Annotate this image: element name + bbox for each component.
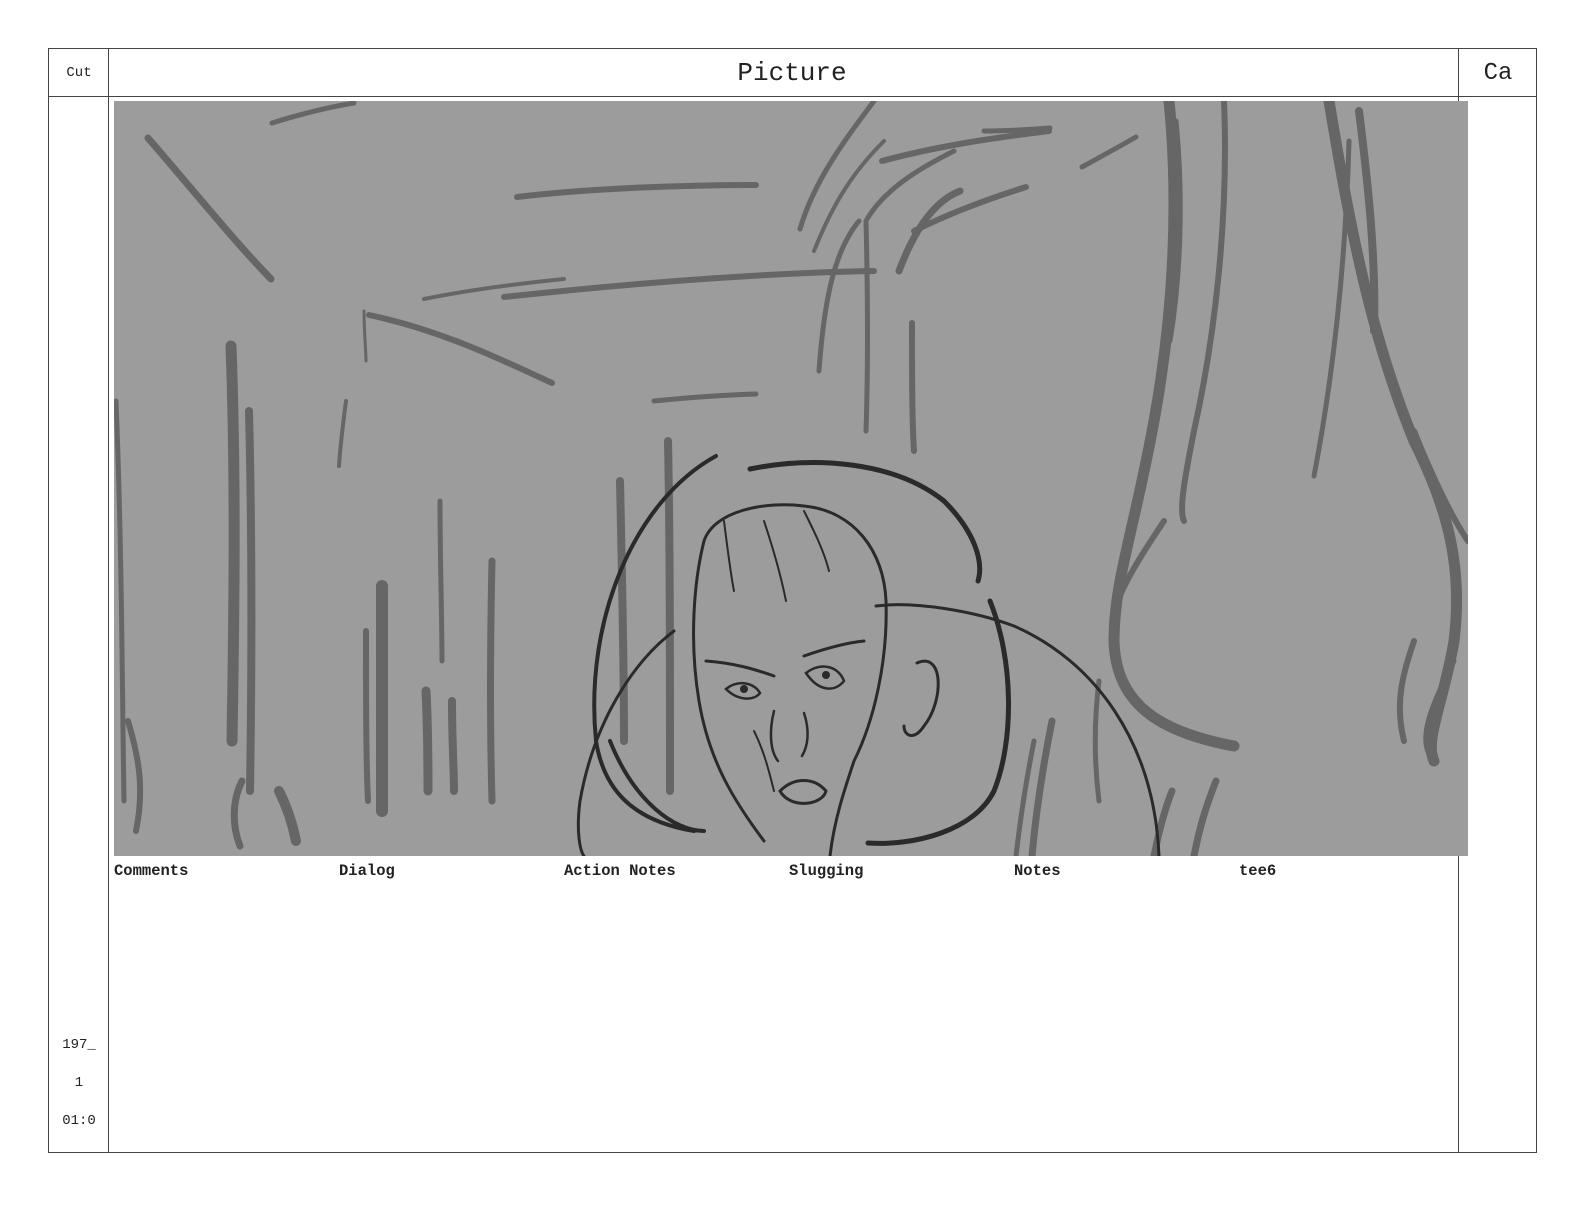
panel-duration: 01:0	[62, 1113, 96, 1129]
cut-header: Cut	[66, 65, 92, 81]
panel-fields-row: Comments Dialog Action Notes Slugging No…	[114, 862, 1474, 886]
storyboard-panel-image[interactable]	[114, 101, 1468, 856]
background-forest-strokes	[114, 101, 1468, 856]
storyboard-sheet: Cut Picture Ca 197_ 1 01:0 Comments Dial…	[48, 48, 1537, 1153]
picture-header: Picture	[737, 58, 847, 88]
tee6-field-label[interactable]: tee6	[1239, 862, 1276, 880]
camera-header: Ca	[1483, 59, 1513, 87]
sketch-drawing	[114, 101, 1468, 856]
action-notes-field-label[interactable]: Action Notes	[564, 862, 676, 880]
comments-field-label[interactable]: Comments	[114, 862, 188, 880]
cut-column-divider	[108, 49, 109, 1152]
notes-field-label[interactable]: Notes	[1014, 862, 1061, 880]
panel-number: 1	[74, 1075, 84, 1091]
slugging-field-label[interactable]: Slugging	[789, 862, 863, 880]
dialog-field-label[interactable]: Dialog	[339, 862, 395, 880]
scene-number: 197_	[62, 1037, 96, 1053]
